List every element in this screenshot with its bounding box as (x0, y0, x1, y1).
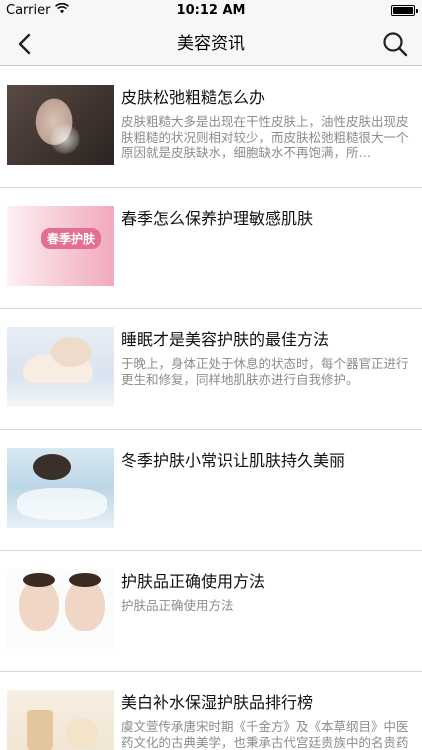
article-summary: 虞文萱传承唐宋时期《千金方》及《本草纲目》中医药文化的古典美学，也秉承古代宫廷贵… (121, 719, 409, 750)
thumbnail-label: 春季护肤 (41, 228, 102, 249)
article-thumbnail (7, 448, 114, 528)
status-time: 10:12 AM (176, 3, 246, 18)
hair-shape (23, 573, 55, 587)
article-summary: 于晚上，身体正处于休息的状态时，每个器官正进行更生和修复，同样地肌肤亦进行自我修… (121, 356, 409, 387)
article-title: 护肤品正确使用方法 (121, 572, 266, 591)
status-bar: Carrier 10:12 AM (0, 0, 422, 22)
article-title: 冬季护肤小常识让肌肤持久美丽 (121, 451, 346, 470)
page-title: 美容资讯 (177, 34, 245, 54)
article-list: 皮肤松弛粗糙怎么办 皮肤粗糙大多是出现在干性皮肤上，油性皮肤出现皮肤粗糙的状况则… (0, 67, 422, 750)
article-title: 春季怎么保养护理敏感肌肤 (121, 209, 314, 228)
article-title: 皮肤松弛粗糙怎么办 (121, 88, 266, 107)
article-item[interactable]: 春季护肤 春季怎么保养护理敏感肌肤 (0, 188, 422, 309)
back-button[interactable] (10, 30, 38, 58)
article-thumbnail (7, 327, 114, 407)
article-item[interactable]: 皮肤松弛粗糙怎么办 皮肤粗糙大多是出现在干性皮肤上，油性皮肤出现皮肤粗糙的状况则… (0, 67, 422, 188)
chevron-left-icon (18, 33, 31, 55)
hair-shape (69, 573, 101, 587)
search-icon (383, 32, 408, 57)
search-button[interactable] (380, 29, 410, 59)
article-summary: 皮肤粗糙大多是出现在干性皮肤上，油性皮肤出现皮肤粗糙的状况则相对较少，而皮肤松弛… (121, 114, 409, 160)
article-item[interactable]: 冬季护肤小常识让肌肤持久美丽 (0, 430, 422, 551)
article-text: 春季怎么保养护理敏感肌肤 (121, 208, 412, 235)
article-summary: 护肤品正确使用方法 (121, 598, 234, 613)
screen: Carrier 10:12 AM 美容资讯 皮肤松弛粗糙怎么办 皮肤粗糙大多是出… (0, 0, 422, 750)
article-thumbnail (7, 85, 114, 165)
article-text: 美白补水保湿护肤品排行榜 虞文萱传承唐宋时期《千金方》及《本草纲目》中医药文化的… (121, 692, 412, 750)
article-text: 睡眠才是美容护肤的最佳方法 于晚上，身体正处于休息的状态时，每个器官正进行更生和… (121, 329, 412, 387)
article-item[interactable]: 护肤品正确使用方法 护肤品正确使用方法 (0, 551, 422, 672)
navigation-bar: 美容资讯 (0, 22, 422, 66)
article-title: 美白补水保湿护肤品排行榜 (121, 693, 314, 712)
article-item[interactable]: 睡眠才是美容护肤的最佳方法 于晚上，身体正处于休息的状态时，每个器官正进行更生和… (0, 309, 422, 430)
article-title: 睡眠才是美容护肤的最佳方法 (121, 330, 330, 349)
article-thumbnail: 春季护肤 (7, 206, 114, 286)
battery-icon (391, 5, 418, 16)
article-text: 护肤品正确使用方法 护肤品正确使用方法 (121, 571, 412, 614)
article-text: 皮肤松弛粗糙怎么办 皮肤粗糙大多是出现在干性皮肤上，油性皮肤出现皮肤粗糙的状况则… (121, 87, 412, 161)
article-thumbnail (7, 569, 114, 649)
article-thumbnail (7, 690, 114, 750)
article-item[interactable]: 美白补水保湿护肤品排行榜 虞文萱传承唐宋时期《千金方》及《本草纲目》中医药文化的… (0, 672, 422, 750)
article-text: 冬季护肤小常识让肌肤持久美丽 (121, 450, 412, 477)
